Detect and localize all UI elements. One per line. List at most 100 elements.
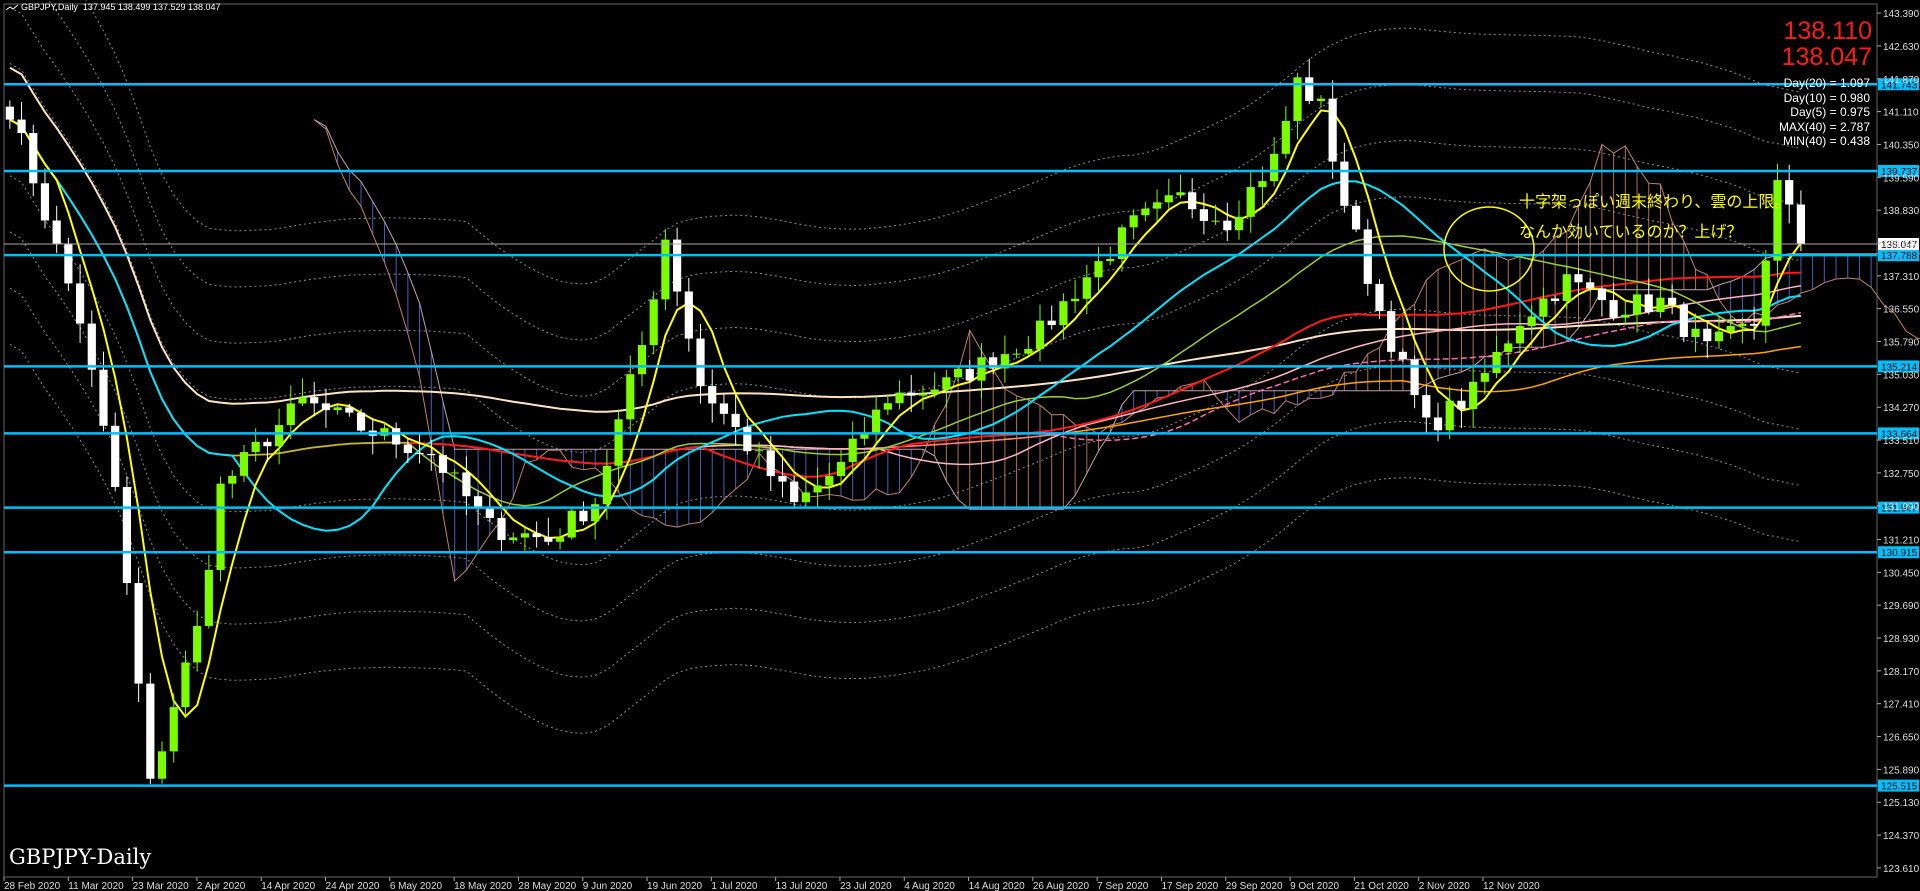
x-tick-label: 23 Mar 2020 (133, 881, 190, 891)
x-tick-label: 19 Jun 2020 (647, 881, 702, 891)
candle-body (438, 455, 448, 474)
candle-body (1035, 320, 1045, 349)
candle-body (1012, 353, 1021, 355)
candle-body (1363, 229, 1372, 284)
candle-body (1422, 395, 1431, 418)
candle-body (251, 441, 260, 453)
candle-body (403, 444, 412, 454)
bid-price: 138.110 (1783, 17, 1872, 45)
stat-day5: Day(5) = 0.975 (1790, 105, 1870, 119)
x-tick-label: 28 Feb 2020 (4, 881, 61, 891)
candle-body (579, 510, 588, 522)
candle-body (1504, 343, 1513, 352)
candle-body (1609, 300, 1618, 318)
stat-min40: MIN(40) = 0.438 (1782, 134, 1870, 148)
y-tick-label: 142.630 (1883, 42, 1920, 53)
x-tick-label: 14 Apr 2020 (261, 881, 315, 891)
candle-body (626, 374, 635, 420)
candle-body (286, 403, 295, 426)
candle-body (1281, 120, 1290, 154)
y-tick-label: 138.070 (1883, 239, 1920, 250)
y-tick-label: 131.990 (1883, 502, 1920, 513)
candle-body (1691, 328, 1700, 337)
chart-header: GBPJPY,Daily 137.945 138.499 137.529 138… (5, 2, 221, 12)
candle-body (1246, 187, 1255, 217)
candle-body (1258, 181, 1267, 188)
candle-body (1082, 277, 1091, 299)
y-tick-label: 128.170 (1883, 667, 1920, 678)
candle-body (1094, 261, 1103, 278)
chart-symbol-icon (5, 4, 19, 12)
y-tick-label: 125.890 (1883, 765, 1920, 776)
candle-body (298, 397, 307, 404)
candle-body (1714, 331, 1724, 342)
candle-body (637, 345, 647, 375)
candle-body (790, 481, 799, 503)
candle-body (555, 537, 565, 542)
candle-body (977, 357, 986, 381)
y-tick-label: 141.870 (1883, 75, 1920, 86)
candle-body (520, 533, 530, 538)
candle-body (1047, 320, 1056, 326)
x-tick-label: 11 Mar 2020 (68, 881, 124, 891)
x-tick-label: 12 Nov 2020 (1483, 881, 1540, 891)
candle-body (310, 397, 319, 404)
candle-body (415, 453, 424, 455)
candle-body (602, 465, 611, 505)
candle-body (111, 425, 120, 488)
y-tick-label: 127.410 (1883, 700, 1920, 711)
y-tick-label: 143.390 (1883, 9, 1920, 20)
y-tick-label: 128.930 (1883, 634, 1920, 645)
candle-body (333, 407, 342, 411)
candle-body (1586, 282, 1595, 289)
candle-body (1188, 192, 1197, 210)
candle-body (825, 476, 834, 486)
candle-body (1644, 294, 1653, 313)
candle-body (1562, 274, 1571, 301)
candle-body (766, 450, 775, 477)
candle-body (872, 409, 881, 435)
candle-body (146, 683, 155, 779)
candle-body (1351, 205, 1361, 230)
candle-body (1305, 77, 1314, 101)
candle-body (17, 119, 26, 134)
candle-body (801, 492, 810, 503)
y-tick-label: 129.690 (1883, 601, 1920, 612)
candle-body (1328, 98, 1337, 162)
x-axis: 28 Feb 2020 11 Mar 2020 23 Mar 2020 2 Apr 2… (3, 877, 1540, 891)
ohlc-values: 137.945 138.499 137.529 138.047 (82, 2, 221, 12)
candle-body (263, 441, 272, 447)
candle-body (1316, 98, 1326, 101)
candle-body (1761, 260, 1770, 326)
symbol-label: GBPJPY,Daily (21, 2, 78, 12)
y-axis: 143.390 142.630 141.870 141.110 140.350 139.5… (1877, 9, 1920, 875)
x-tick-label: 4 Aug 2020 (904, 881, 955, 891)
candle-body (216, 483, 225, 570)
candle-body (29, 133, 38, 184)
candle-body (321, 403, 331, 411)
y-tick-label: 132.750 (1883, 469, 1920, 480)
annotation-line-2: なんか効いているのか？上げ？ (1519, 222, 1743, 241)
candle-body (1679, 304, 1688, 337)
price-chart[interactable]: 141.743139.737137.788135.214133.664131.9… (0, 0, 1920, 891)
candle-body (1703, 328, 1712, 342)
candle-body (1340, 161, 1349, 206)
candle-body (883, 403, 892, 410)
candle-body (1574, 274, 1583, 283)
candle-body (1550, 298, 1560, 301)
candle-body (661, 239, 670, 300)
candle-body (836, 461, 846, 477)
candle-body (1387, 311, 1396, 352)
candles (5, 58, 1806, 785)
candle-body (1141, 208, 1150, 216)
candle-body (75, 283, 85, 324)
level-tag-label: 125.515 (1881, 782, 1918, 793)
candle-body (1457, 400, 1466, 410)
candle-body (1410, 359, 1419, 396)
candle-body (169, 707, 178, 752)
candle-body (673, 239, 682, 292)
candle-body (708, 386, 717, 404)
candle-body (462, 472, 471, 497)
x-tick-label: 1 Jul 2020 (711, 881, 758, 891)
candle-body (427, 453, 436, 456)
